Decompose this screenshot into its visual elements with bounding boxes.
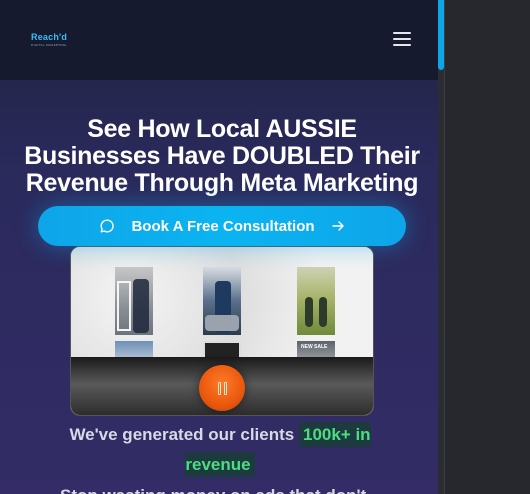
video-thumbnail xyxy=(203,267,241,335)
logo-subtext: DIGITAL MARKETING xyxy=(31,43,67,47)
pause-icon[interactable] xyxy=(199,365,245,411)
revenue-prefix: We've generated our clients xyxy=(69,425,295,444)
chat-bubble-icon xyxy=(99,218,115,234)
video-thumbnail xyxy=(115,267,153,335)
browser-viewport: Reach'd DIGITAL MARKETING See How Local … xyxy=(0,0,438,494)
testimonial-video[interactable]: NEW SALE xyxy=(70,246,374,416)
next-heading: Stop wasting money on ads that don't xyxy=(60,486,390,494)
hero-title: See How Local AUSSIE Businesses Have DOU… xyxy=(24,115,420,197)
video-thumbnail xyxy=(297,267,335,335)
reachd-logo[interactable]: Reach'd DIGITAL MARKETING xyxy=(31,32,71,48)
arrow-right-icon xyxy=(331,219,345,233)
revenue-statement: We've generated our clients 100k+ in rev… xyxy=(40,420,400,480)
book-consultation-button[interactable]: Book A Free Consultation xyxy=(38,206,406,246)
logo-text: Reach'd xyxy=(31,32,68,42)
site-header: Reach'd DIGITAL MARKETING xyxy=(0,0,438,80)
side-panel xyxy=(444,0,530,494)
hamburger-icon[interactable] xyxy=(391,30,413,48)
thumbnail-tag: NEW SALE xyxy=(301,344,328,350)
cta-label: Book A Free Consultation xyxy=(131,217,315,235)
